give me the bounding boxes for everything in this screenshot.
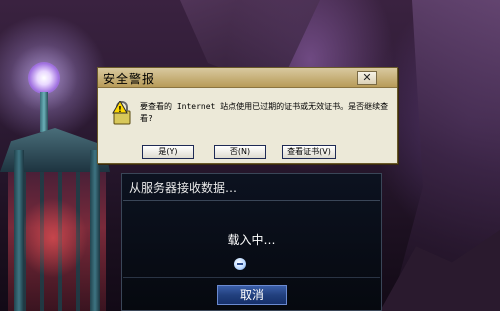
security-warning-icon: !: [112, 101, 131, 125]
orb-pedestal: [40, 92, 48, 132]
dialog-title-bar[interactable]: 安全警报 ✕: [98, 68, 397, 88]
tower-pillar: [90, 150, 100, 311]
tower-glow: [18, 198, 88, 278]
svg-text:!: !: [118, 105, 122, 114]
divider: [123, 200, 380, 201]
loading-status: 载入中…: [227, 233, 276, 247]
loading-spinner-icon: [234, 258, 246, 270]
dialog-title: 安全警报: [103, 72, 156, 86]
no-button[interactable]: 否(N): [214, 145, 266, 159]
glowing-orb: [28, 62, 60, 94]
view-certificate-button[interactable]: 查看证书(V): [282, 145, 336, 159]
loading-panel: 从服务器接收数据… 载入中… 取消: [121, 173, 382, 311]
yes-button[interactable]: 是(Y): [142, 145, 194, 159]
panel-title: 从服务器接收数据…: [129, 181, 238, 195]
cancel-button[interactable]: 取消: [217, 285, 287, 305]
dialog-message: 要查看的 Internet 站点使用已过期的证书或无效证书。是否继续查看?: [140, 102, 389, 123]
tower-pillar: [14, 150, 24, 311]
divider: [123, 277, 380, 278]
close-button[interactable]: ✕: [357, 71, 377, 85]
security-alert-dialog: 安全警报 ✕ ! 要查看的 Internet 站点使用已过期的证书或无效证书。是…: [97, 67, 398, 164]
